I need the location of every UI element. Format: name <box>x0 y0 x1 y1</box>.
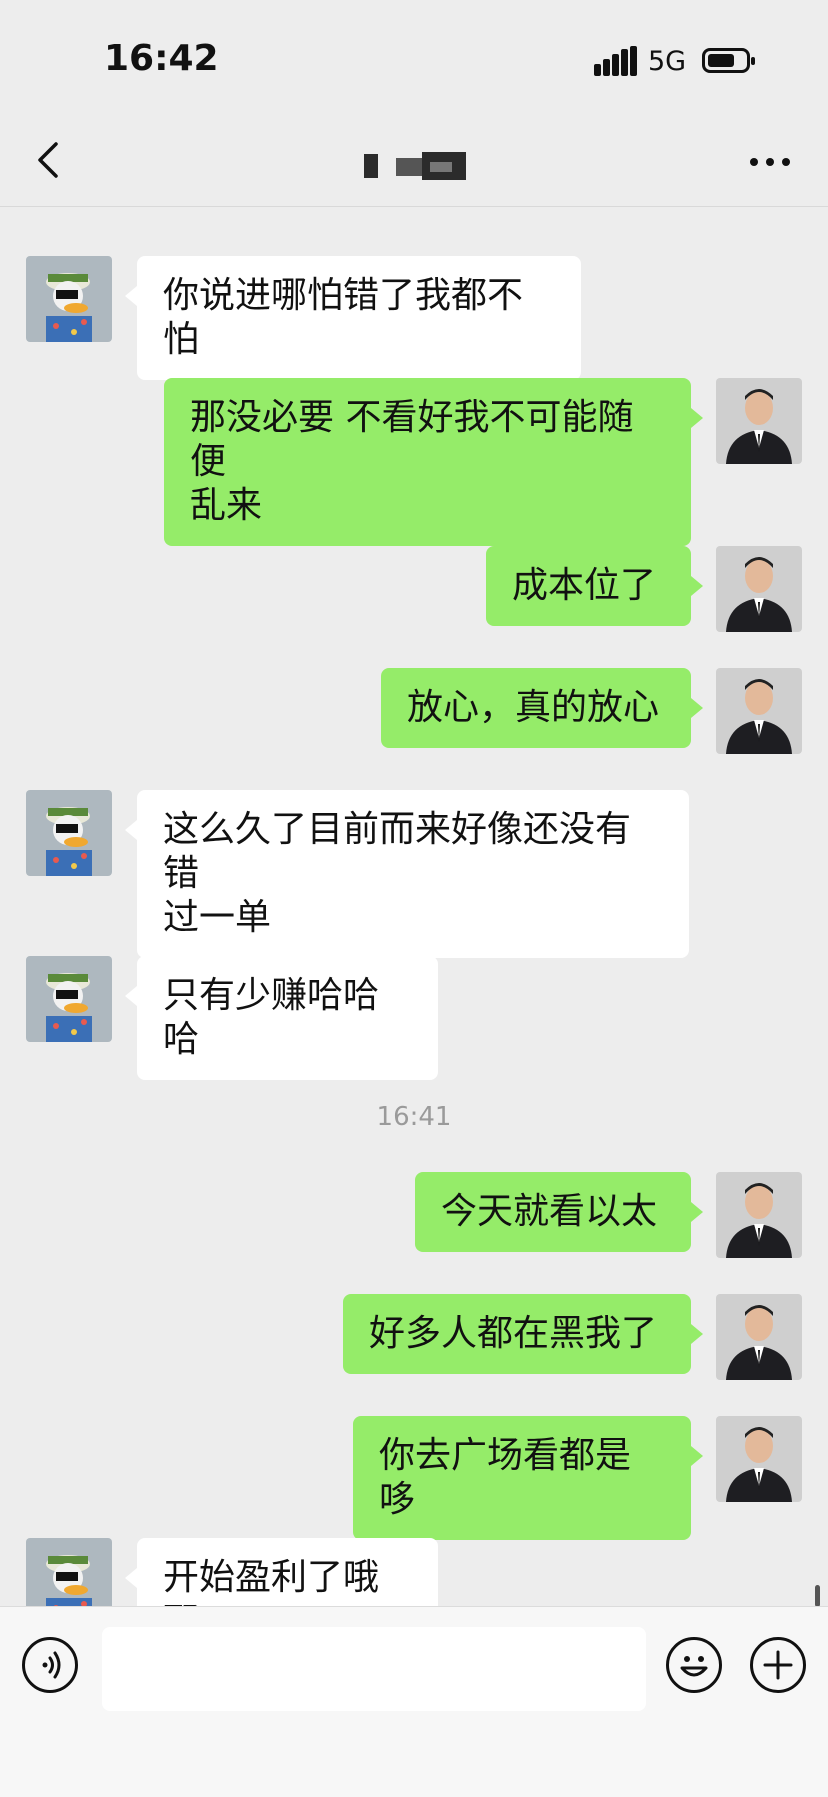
outgoing-message[interactable]: 今天就看以太 <box>415 1172 703 1252</box>
network-label: 5G <box>648 46 687 77</box>
chat-title-redacted <box>364 150 480 182</box>
more-dots-icon <box>750 158 758 166</box>
plus-icon <box>763 1650 793 1680</box>
contact-avatar[interactable] <box>26 1538 112 1606</box>
status-time: 16:42 <box>104 38 219 79</box>
my-avatar[interactable] <box>716 1416 802 1502</box>
plus-button[interactable] <box>750 1637 806 1693</box>
outgoing-message[interactable]: 那没必要 不看好我不可能随便 乱来 <box>164 378 703 546</box>
chat-header <box>0 120 828 207</box>
outgoing-message[interactable]: 你去广场看都是哆 <box>353 1416 703 1540</box>
message-list[interactable]: 你说进哪怕错了我都不怕 那没必要 不看好我不可能随便 乱来 成本位了 放心，真的… <box>0 206 828 1606</box>
man-suit-avatar-image <box>716 668 802 754</box>
man-suit-avatar-image <box>716 1416 802 1502</box>
chevron-left-icon <box>38 142 58 178</box>
time-divider: 16:41 <box>376 1102 452 1132</box>
back-button[interactable] <box>30 136 70 184</box>
status-bar: 16:42 5G <box>0 0 828 120</box>
incoming-message[interactable]: 这么久了目前而来好像还没有错 过一单 <box>125 790 689 958</box>
duck-avatar-image <box>26 790 112 876</box>
my-avatar[interactable] <box>716 1172 802 1258</box>
emoji-icon <box>680 1656 708 1677</box>
contact-avatar[interactable] <box>26 956 112 1042</box>
message-input[interactable] <box>102 1627 646 1711</box>
man-suit-avatar-image <box>716 546 802 632</box>
more-button[interactable] <box>744 142 796 182</box>
input-bar <box>0 1606 828 1797</box>
incoming-message[interactable]: 你说进哪怕错了我都不怕 <box>125 256 581 380</box>
incoming-message[interactable]: 开始盈利了哦耶 <box>125 1538 438 1606</box>
man-suit-avatar-image <box>716 1172 802 1258</box>
outgoing-message[interactable]: 放心，真的放心 <box>381 668 703 748</box>
outgoing-message[interactable]: 好多人都在黑我了 <box>343 1294 703 1374</box>
my-avatar[interactable] <box>716 378 802 464</box>
my-avatar[interactable] <box>716 668 802 754</box>
duck-avatar-image <box>26 1538 112 1606</box>
contact-avatar[interactable] <box>26 256 112 342</box>
voice-button[interactable] <box>22 1637 78 1693</box>
my-avatar[interactable] <box>716 546 802 632</box>
signal-bars-icon <box>594 46 637 76</box>
voice-icon <box>42 1651 61 1679</box>
incoming-message[interactable]: 只有少赚哈哈哈 <box>125 956 438 1080</box>
scroll-indicator[interactable] <box>815 1585 820 1607</box>
man-suit-avatar-image <box>716 378 802 464</box>
contact-avatar[interactable] <box>26 790 112 876</box>
duck-avatar-image <box>26 956 112 1042</box>
duck-avatar-image <box>26 256 112 342</box>
battery-icon <box>702 48 755 73</box>
emoji-button[interactable] <box>666 1637 722 1693</box>
outgoing-message[interactable]: 成本位了 <box>486 546 703 626</box>
my-avatar[interactable] <box>716 1294 802 1380</box>
man-suit-avatar-image <box>716 1294 802 1380</box>
